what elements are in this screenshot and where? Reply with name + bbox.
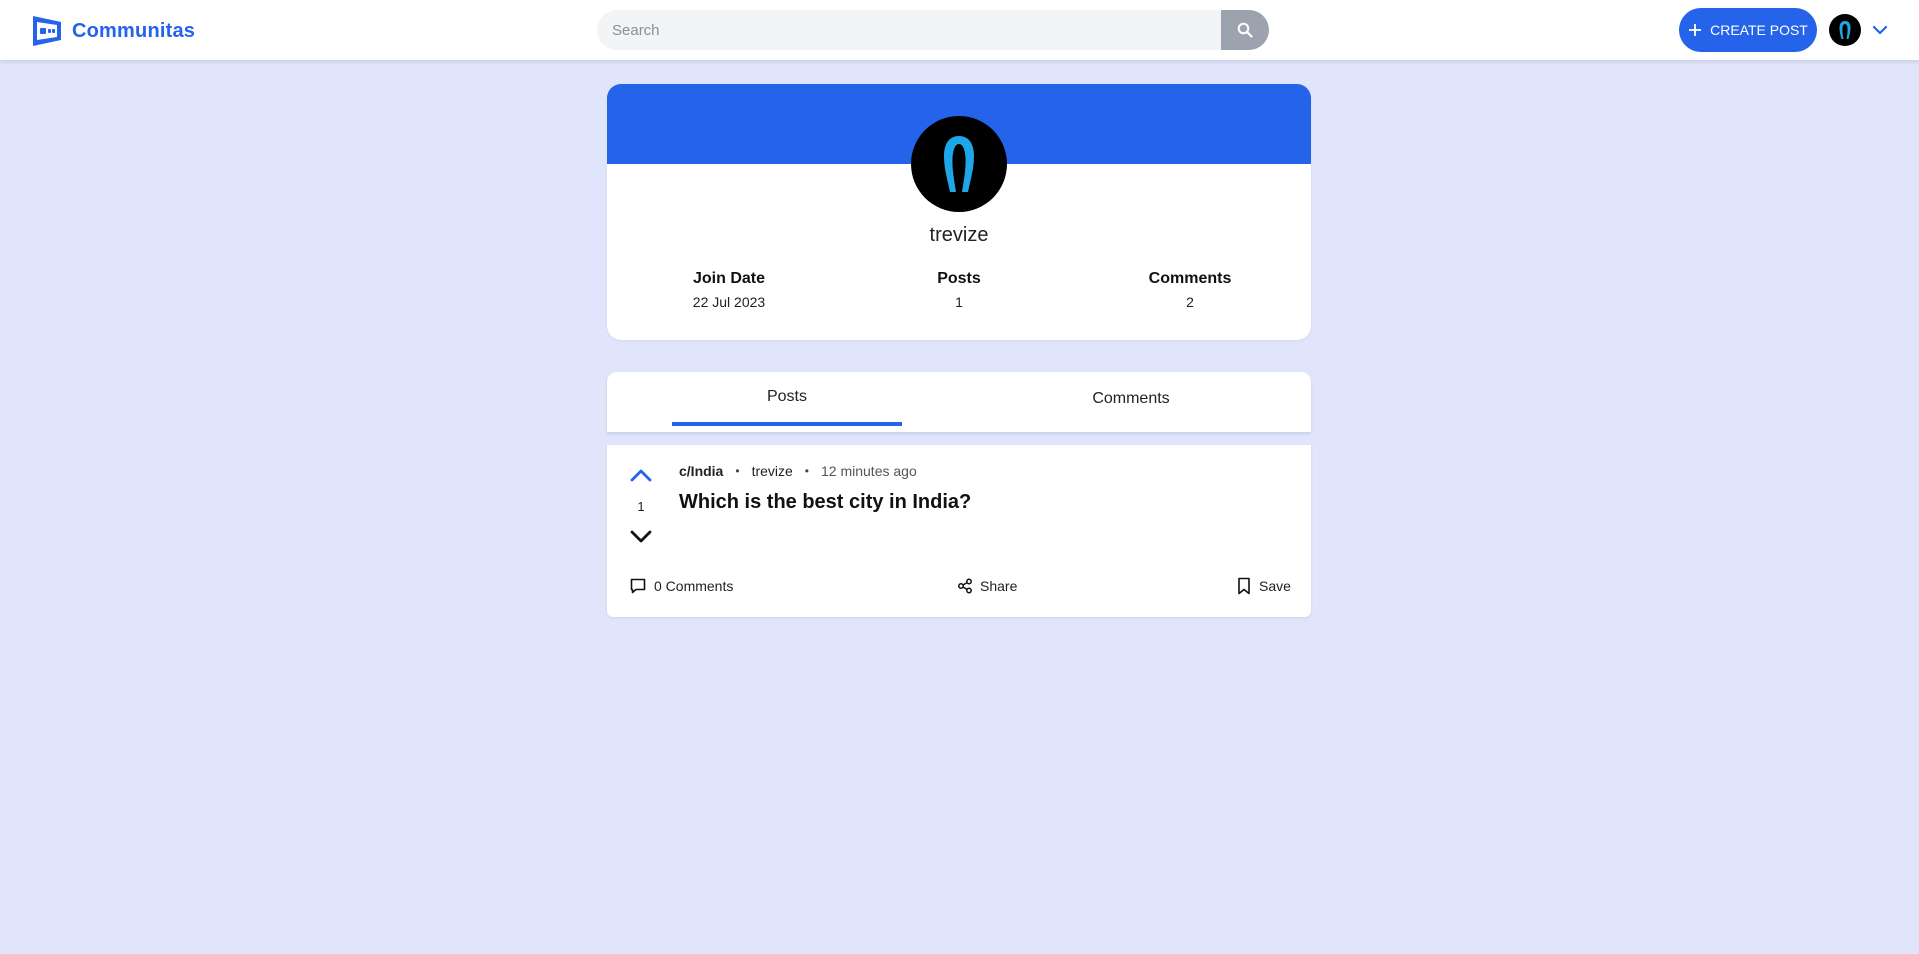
- post-timestamp: 12 minutes ago: [821, 463, 917, 479]
- tab-label: Posts: [766, 388, 807, 405]
- share-icon: [958, 578, 972, 594]
- stat-posts: Posts 1: [879, 270, 1039, 310]
- profile-username: trevize: [929, 224, 989, 246]
- comments-button[interactable]: 0 Comments: [629, 573, 733, 599]
- tab-label: Comments: [1092, 390, 1170, 407]
- top-navbar: Communitas CREATE POST: [0, 0, 1919, 60]
- post-meta: c/India • trevize • 12 minutes ago: [679, 463, 917, 479]
- search-button[interactable]: [1221, 10, 1269, 50]
- create-post-label: CREATE POST: [1710, 22, 1808, 38]
- search-input[interactable]: [597, 10, 1221, 50]
- save-button[interactable]: Save: [1236, 573, 1291, 599]
- share-button[interactable]: Share: [957, 573, 1017, 599]
- search-icon: [1237, 22, 1253, 38]
- separator-dot: •: [804, 464, 809, 478]
- profile-avatar: [911, 116, 1007, 212]
- vote-count: 1: [637, 499, 645, 514]
- upvote-icon[interactable]: [627, 461, 655, 489]
- post-community-link[interactable]: c/India: [679, 463, 723, 479]
- profile-tabs: Posts Comments: [607, 372, 1311, 432]
- separator-dot: •: [735, 464, 740, 478]
- comment-icon: [630, 578, 646, 594]
- chevron-down-icon[interactable]: [1870, 20, 1890, 40]
- tab-posts[interactable]: Posts: [672, 372, 902, 426]
- plus-icon: [1689, 24, 1702, 36]
- profile-card: trevize Join Date 22 Jul 2023 Posts 1 Co…: [607, 84, 1311, 340]
- brand-home-link[interactable]: Communitas: [30, 14, 195, 48]
- create-post-button[interactable]: CREATE POST: [1679, 8, 1817, 52]
- search-bar: [597, 10, 1269, 50]
- communitas-logo-icon: [33, 16, 61, 46]
- post-title[interactable]: Which is the best city in India?: [679, 491, 971, 514]
- stat-comments: Comments 2: [1110, 270, 1270, 310]
- stat-label: Join Date: [692, 270, 765, 287]
- downvote-icon[interactable]: [627, 523, 655, 551]
- save-label: Save: [1259, 578, 1291, 594]
- brand-name: Communitas: [72, 19, 196, 42]
- stat-value: 1: [955, 294, 963, 310]
- stat-label: Posts: [937, 270, 981, 287]
- comments-label: 0 Comments: [654, 578, 734, 594]
- stat-value: 22 Jul 2023: [692, 294, 766, 310]
- share-label: Share: [980, 578, 1018, 594]
- post-card[interactable]: 1 c/India • trevize • 12 minutes ago Whi…: [607, 445, 1311, 617]
- avatar-silhouette-icon: [1839, 21, 1851, 39]
- stat-label: Comments: [1148, 270, 1232, 287]
- avatar-silhouette-icon: [944, 136, 974, 192]
- stat-value: 2: [1186, 294, 1194, 310]
- bookmark-icon: [1238, 577, 1250, 595]
- user-avatar[interactable]: [1829, 14, 1861, 46]
- tab-comments[interactable]: Comments: [1016, 372, 1246, 426]
- post-author-link[interactable]: trevize: [752, 463, 793, 479]
- stat-join-date: Join Date 22 Jul 2023: [649, 270, 809, 310]
